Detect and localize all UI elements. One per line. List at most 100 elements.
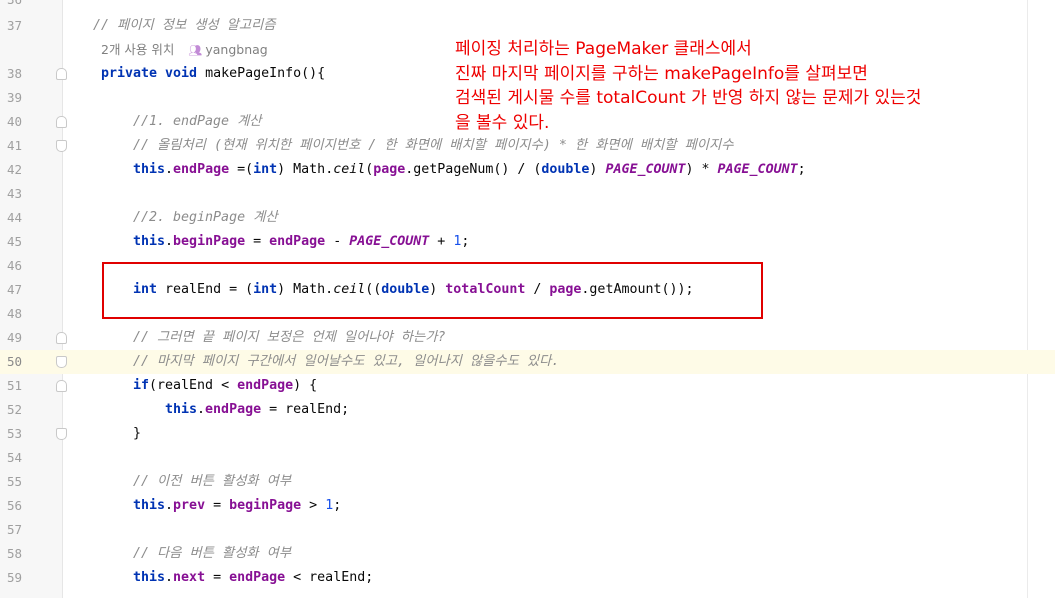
code-line[interactable]: 51 if(realEnd < endPage) { (0, 374, 1055, 398)
code-token: // 올림처리 (현재 위치한 페이지번호 / 한 화면에 배치할 페이지수) … (133, 138, 734, 153)
annotation-line: 페이징 처리하는 PageMaker 클래스에서 (455, 39, 752, 59)
line-number: 53 (6, 426, 22, 441)
code-text: this.endPage = realEnd; (165, 398, 349, 422)
annotation-note: 페이징 처리하는 PageMaker 클래스에서 진짜 마지막 페이지를 구하는 … (455, 37, 921, 135)
code-token: ; (461, 234, 470, 249)
code-line[interactable]: 55 // 이전 버튼 활성화 여부 (0, 470, 1055, 494)
code-text: // 그러면 끝 페이지 보정은 언제 일어나야 하는가? (133, 326, 445, 350)
code-line[interactable]: 36 (0, 0, 1055, 12)
line-number: 37 (6, 18, 22, 33)
code-token: endPage (173, 162, 230, 177)
line-number: 49 (6, 330, 22, 345)
code-token: PAGE_COUNT (349, 234, 430, 249)
code-token: . (165, 570, 174, 585)
code-token: =( (229, 162, 254, 177)
line-number: 54 (6, 450, 22, 465)
code-text: this.prev = beginPage > 1; (133, 494, 341, 518)
highlight-box (102, 262, 763, 319)
code-token: makePageInfo(){ (205, 66, 326, 81)
usages-count[interactable]: 2개 사용 위치 (101, 42, 174, 57)
code-token: .getPageNum() / ( (405, 162, 542, 177)
code-token: //2. beginPage 계산 (133, 210, 278, 225)
code-line[interactable]: 44 //2. beginPage 계산 (0, 206, 1055, 230)
code-token: . (197, 402, 206, 417)
code-token: + (429, 234, 454, 249)
code-token: //1. endPage 계산 (133, 114, 262, 129)
code-line[interactable]: 50 // 마지막 페이지 구간에서 일어날수도 있고, 일어나지 않을수도 있다… (0, 350, 1055, 374)
fold-marker-icon[interactable] (56, 380, 67, 392)
code-text: } (133, 422, 141, 446)
code-line[interactable]: 42 this.endPage =(int) Math.ceil(page.get… (0, 158, 1055, 182)
fold-marker-icon[interactable] (56, 428, 67, 440)
code-token: this (133, 162, 166, 177)
code-token: PAGE_COUNT (605, 162, 686, 177)
line-number: 40 (6, 114, 22, 129)
code-line[interactable]: 56 this.prev = beginPage > 1; (0, 494, 1055, 518)
code-line[interactable]: 45 this.beginPage = endPage - PAGE_COUNT … (0, 230, 1055, 254)
code-token: // 다음 버튼 활성화 여부 (133, 546, 292, 561)
code-token: . (165, 234, 174, 249)
code-token: next (173, 570, 206, 585)
fold-marker-icon[interactable] (56, 116, 67, 128)
code-line[interactable]: 43 (0, 182, 1055, 206)
fold-marker-icon[interactable] (56, 356, 67, 368)
line-number: 46 (6, 258, 22, 273)
line-number: 50 (6, 354, 22, 369)
code-token: > (301, 498, 326, 513)
usages-inlay-hint[interactable]: 2개 사용 위치 👥︎ yangbnag (101, 40, 268, 61)
code-text: if(realEnd < endPage) { (133, 374, 317, 398)
code-token: . (165, 498, 174, 513)
code-token: this (133, 234, 166, 249)
code-token: endPage (237, 378, 294, 393)
code-line[interactable]: 59 this.next = endPage < realEnd; (0, 566, 1055, 590)
code-token: double (541, 162, 590, 177)
code-token: // 이전 버튼 활성화 여부 (133, 474, 292, 489)
code-text: // 마지막 페이지 구간에서 일어날수도 있고, 일어나지 않을수도 있다. (133, 350, 559, 374)
code-line[interactable]: 37 // 페이지 정보 생성 알고리즘 (0, 14, 1055, 38)
line-number: 58 (6, 546, 22, 561)
line-number: 59 (6, 570, 22, 585)
code-line[interactable]: 54 (0, 446, 1055, 470)
code-token: = (205, 570, 230, 585)
code-token: ; (333, 498, 342, 513)
code-line[interactable]: 58 // 다음 버튼 활성화 여부 (0, 542, 1055, 566)
code-line[interactable]: 57 (0, 518, 1055, 542)
code-token: ) { (293, 378, 318, 393)
code-token: beginPage (229, 498, 302, 513)
code-token: // 그러면 끝 페이지 보정은 언제 일어나야 하는가? (133, 330, 446, 345)
code-token: page (373, 162, 406, 177)
code-token: - (325, 234, 350, 249)
code-token: ceil (333, 162, 366, 177)
code-token: int (253, 162, 278, 177)
code-line[interactable]: 53} (0, 422, 1055, 446)
code-text: // 다음 버튼 활성화 여부 (133, 542, 291, 566)
code-token: ; (797, 162, 806, 177)
fold-marker-icon[interactable] (56, 68, 67, 80)
code-text: // 올림처리 (현재 위치한 페이지번호 / 한 화면에 배치할 페이지수) … (133, 134, 734, 158)
line-number: 55 (6, 474, 22, 489)
code-token: = (245, 234, 270, 249)
author-name[interactable]: yangbnag (205, 42, 267, 57)
line-number: 44 (6, 210, 22, 225)
code-line[interactable]: 49 // 그러면 끝 페이지 보정은 언제 일어나야 하는가? (0, 326, 1055, 350)
line-number: 43 (6, 186, 22, 201)
fold-marker-icon[interactable] (56, 140, 67, 152)
code-token: . (165, 162, 174, 177)
code-line[interactable]: 41 // 올림처리 (현재 위치한 페이지번호 / 한 화면에 배치할 페이지수… (0, 134, 1055, 158)
line-number: 42 (6, 162, 22, 177)
code-token: } (133, 426, 142, 441)
code-token: // 마지막 페이지 구간에서 일어날수도 있고, 일어나지 않을수도 있다. (133, 354, 560, 369)
line-number: 57 (6, 522, 22, 537)
line-number: 47 (6, 282, 22, 297)
code-token: PAGE_COUNT (717, 162, 798, 177)
code-text: //2. beginPage 계산 (133, 206, 278, 230)
code-token: this (133, 570, 166, 585)
code-token: = realEnd; (261, 402, 350, 417)
code-line[interactable]: 52 this.endPage = realEnd; (0, 398, 1055, 422)
fold-marker-icon[interactable] (56, 332, 67, 344)
code-token: private void (101, 66, 206, 81)
code-token: < realEnd; (285, 570, 374, 585)
code-text: this.beginPage = endPage - PAGE_COUNT + … (133, 230, 469, 254)
code-text: //1. endPage 계산 (133, 110, 262, 134)
line-number: 51 (6, 378, 22, 393)
